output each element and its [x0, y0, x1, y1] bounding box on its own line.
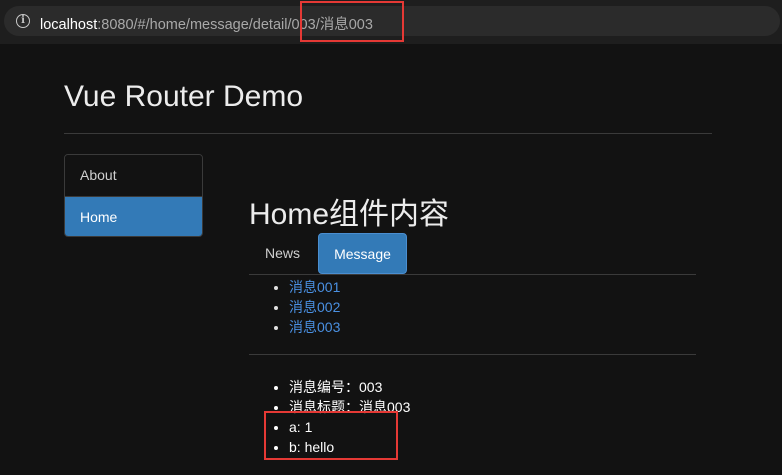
detail-divider: [249, 354, 696, 355]
sidebar-nav: About Home: [64, 154, 203, 237]
detail-id: 消息编号：003: [289, 377, 410, 397]
list-item: 消息003: [289, 317, 340, 337]
sidebar-item-about[interactable]: About: [65, 155, 202, 196]
info-icon[interactable]: i: [16, 14, 30, 28]
tab-news[interactable]: News: [265, 233, 300, 274]
header-divider: [64, 133, 712, 134]
sidebar-item-home[interactable]: Home: [65, 196, 202, 236]
message-link-002[interactable]: 消息002: [289, 299, 340, 315]
home-heading: Home组件内容: [249, 198, 450, 231]
tab-message[interactable]: Message: [318, 233, 407, 274]
list-item: 消息002: [289, 297, 340, 317]
list-item: 消息001: [289, 277, 340, 297]
url-host: localhost: [40, 17, 98, 33]
page-title: Vue Router Demo: [64, 80, 304, 113]
home-tabs: News Message: [249, 233, 696, 275]
message-link-001[interactable]: 消息001: [289, 279, 340, 295]
url-highlight-box: [300, 1, 404, 42]
detail-highlight-box: [264, 411, 398, 460]
message-list: 消息001 消息002 消息003: [289, 277, 340, 337]
message-link-003[interactable]: 消息003: [289, 319, 340, 335]
